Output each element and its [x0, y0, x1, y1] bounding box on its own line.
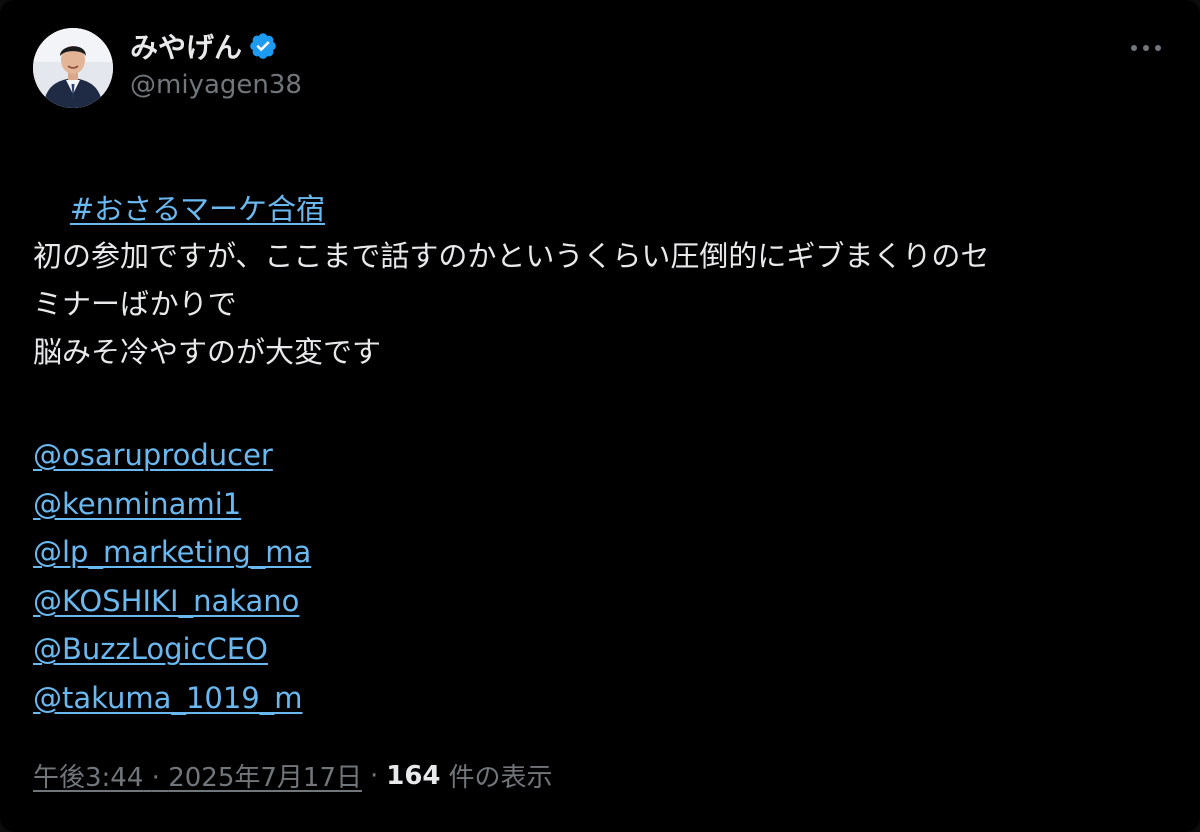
- post-time: 午後3:44: [33, 763, 144, 793]
- meta-separator: ·: [369, 760, 379, 791]
- more-dots-icon: [1131, 45, 1161, 51]
- mention-link[interactable]: @kenminami1: [33, 480, 241, 529]
- mention-link[interactable]: @takuma_1019_m: [33, 674, 303, 723]
- mention-link[interactable]: @lp_marketing_ma: [33, 528, 311, 577]
- tweet-body: 初の参加ですが、ここまで話すのかというくらい圧倒的にギブまくりのセ ミナーばかり…: [33, 232, 1168, 376]
- views-count: 164: [386, 760, 441, 791]
- body-line-3: 脳みそ冷やすのが大変です: [33, 335, 382, 369]
- mention-list: @osaruproducer @kenminami1 @lp_marketing…: [33, 431, 311, 722]
- body-line-2: ミナーばかりで: [33, 287, 237, 321]
- author-name-row: みやげん: [130, 28, 278, 64]
- timestamp-link[interactable]: 午後3:44 · 2025年7月17日: [33, 757, 362, 794]
- more-options-button[interactable]: [1128, 30, 1164, 66]
- mention-link[interactable]: @osaruproducer: [33, 431, 273, 480]
- author-handle[interactable]: @miyagen38: [130, 70, 302, 100]
- mention-link[interactable]: @BuzzLogicCEO: [33, 625, 268, 674]
- body-line-1: 初の参加ですが、ここまで話すのかというくらい圧倒的にギブまくりのセ: [33, 239, 990, 273]
- tweet-meta: 午後3:44 · 2025年7月17日 · 164 件の表示: [33, 757, 553, 794]
- hashtag-link[interactable]: #おさるマーケ合宿: [70, 192, 325, 226]
- post-date: 2025年7月17日: [168, 763, 362, 793]
- mention-link[interactable]: @KOSHIKI_nakano: [33, 577, 299, 626]
- time-date-separator: ·: [151, 763, 160, 793]
- views-label: 件の表示: [448, 763, 553, 793]
- avatar-image: [33, 28, 113, 108]
- avatar[interactable]: [33, 28, 113, 108]
- author-name[interactable]: みやげん: [130, 26, 242, 66]
- verified-badge-icon: [248, 31, 278, 61]
- tweet-card: みやげん @miyagen38 #おさるマーケ合宿 初の参加ですが、ここまで話す…: [0, 0, 1200, 832]
